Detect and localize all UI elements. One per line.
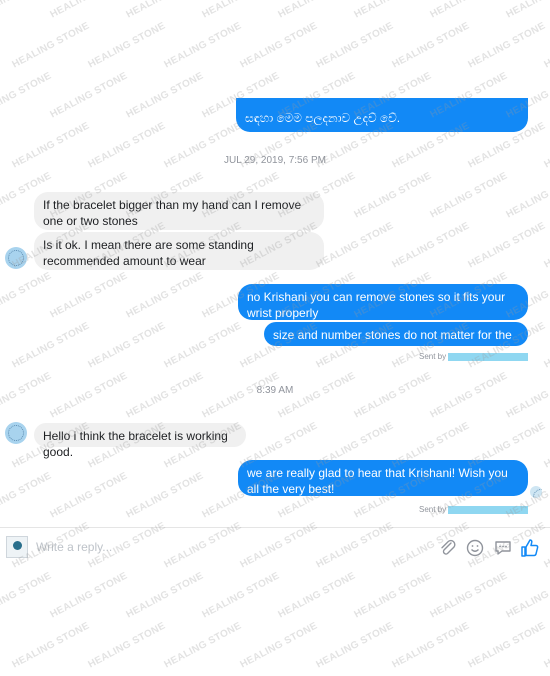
watermark-text: HEALING STONE	[238, 620, 320, 671]
watermark-text: HEALING STONE	[48, 270, 130, 321]
watermark-text: HEALING STONE	[86, 320, 168, 371]
watermark-text: HEALING STONE	[314, 220, 396, 271]
outgoing-message-bubble: size and number stones do not matter for…	[264, 322, 528, 358]
watermark-text: HEALING STONE	[314, 20, 396, 71]
watermark-text: HEALING STONE	[200, 0, 281, 21]
watermark-text: HEALING STONE	[390, 20, 472, 71]
watermark-text: HEALING STONE	[390, 220, 472, 271]
sticker-icon[interactable]	[493, 538, 513, 558]
watermark-text: HEALING STONE	[466, 620, 548, 671]
sent-by-label: Sent by	[419, 352, 529, 361]
watermark-text: HEALING STONE	[542, 320, 550, 371]
reply-input[interactable]	[34, 539, 418, 555]
sender-avatar[interactable]	[5, 247, 27, 269]
watermark-text: HEALING STONE	[48, 570, 130, 621]
timestamp-divider: 8:39 AM	[256, 385, 294, 396]
watermark-text: HEALING STONE	[162, 620, 244, 671]
watermark-text: HEALING STONE	[352, 570, 434, 621]
outgoing-message-bubble: we are really glad to hear that Krishani…	[238, 460, 528, 496]
watermark-text: HEALING STONE	[124, 70, 206, 121]
watermark-text: HEALING STONE	[504, 570, 550, 621]
watermark-text: HEALING STONE	[428, 170, 510, 221]
watermark-text: HEALING STONE	[10, 320, 92, 371]
watermark-text: HEALING STONE	[390, 620, 472, 671]
watermark-text: HEALING STONE	[542, 620, 550, 671]
watermark-text: HEALING STONE	[162, 320, 244, 371]
watermark-text: HEALING STONE	[504, 170, 550, 221]
thumbs-up-icon[interactable]	[520, 538, 540, 558]
watermark-text: HEALING STONE	[0, 570, 54, 621]
watermark-text: HEALING STONE	[428, 570, 510, 621]
attachment-icon[interactable]	[438, 538, 458, 558]
watermark-text: HEALING STONE	[352, 0, 433, 21]
composer	[0, 527, 550, 568]
watermark-text: HEALING STONE	[542, 420, 550, 471]
watermark-text: HEALING STONE	[124, 270, 206, 321]
watermark-text: HEALING STONE	[0, 470, 54, 521]
watermark-text: HEALING STONE	[276, 0, 357, 21]
sender-avatar[interactable]	[5, 422, 27, 444]
watermark-text: HEALING STONE	[466, 20, 548, 71]
watermark-text: HEALING STONE	[48, 0, 129, 21]
timestamp-divider: JUL 29, 2019, 7:56 PM	[224, 155, 326, 166]
message-text: Hello i think the bracelet is working go…	[43, 429, 228, 459]
watermark-text: HEALING STONE	[10, 20, 92, 71]
redacted-name	[448, 505, 529, 514]
message-text: we are really glad to hear that Krishani…	[247, 466, 508, 496]
watermark-text: HEALING STONE	[48, 70, 130, 121]
watermark-text: HEALING STONE	[124, 570, 206, 621]
watermark-text: HEALING STONE	[542, 220, 550, 271]
watermark-text: HEALING STONE	[504, 0, 550, 21]
watermark-text: HEALING STONE	[0, 70, 54, 121]
watermark-text: HEALING STONE	[238, 20, 320, 71]
watermark-text: HEALING STONE	[200, 570, 282, 621]
watermark-text: HEALING STONE	[124, 470, 206, 521]
message-text: Is it ok. I mean there are some standing…	[43, 238, 254, 268]
watermark-text: HEALING STONE	[86, 620, 168, 671]
watermark-text: HEALING STONE	[0, 270, 54, 321]
watermark-text: HEALING STONE	[10, 620, 92, 671]
incoming-message-bubble: Hello i think the bracelet is working go…	[34, 423, 246, 459]
sent-by-label: Sent by	[419, 505, 529, 514]
watermark-text: HEALING STONE	[86, 20, 168, 71]
watermark-text: HEALING STONE	[162, 20, 244, 71]
emoji-icon[interactable]	[465, 538, 485, 558]
watermark-text: HEALING STONE	[428, 0, 509, 21]
message-text: If the bracelet bigger than my hand can …	[43, 198, 302, 228]
incoming-message-bubble: Is it ok. I mean there are some standing…	[34, 232, 324, 270]
read-receipt-avatar	[530, 486, 542, 498]
watermark-text: HEALING STONE	[0, 0, 54, 21]
outgoing-message-bubble: no Krishani you can remove stones so it …	[238, 284, 528, 320]
watermark-text: HEALING STONE	[466, 220, 548, 271]
watermark-text: HEALING STONE	[124, 0, 205, 21]
watermark-text: HEALING STONE	[276, 570, 358, 621]
incoming-message-bubble: If the bracelet bigger than my hand can …	[34, 192, 324, 230]
watermark-text: HEALING STONE	[352, 170, 434, 221]
redacted-name	[448, 352, 529, 361]
watermark-text: HEALING STONE	[48, 470, 130, 521]
watermark-text: HEALING STONE	[542, 20, 550, 71]
message-text: no Krishani you can remove stones so it …	[247, 290, 506, 320]
page-logo	[6, 536, 28, 558]
watermark-text: HEALING STONE	[314, 620, 396, 671]
outgoing-message-bubble: සඳහා මෙම පලදනාව උදව් වේ.	[236, 98, 528, 132]
message-text: සඳහා මෙම පලදනාව උදව් වේ.	[245, 111, 401, 125]
